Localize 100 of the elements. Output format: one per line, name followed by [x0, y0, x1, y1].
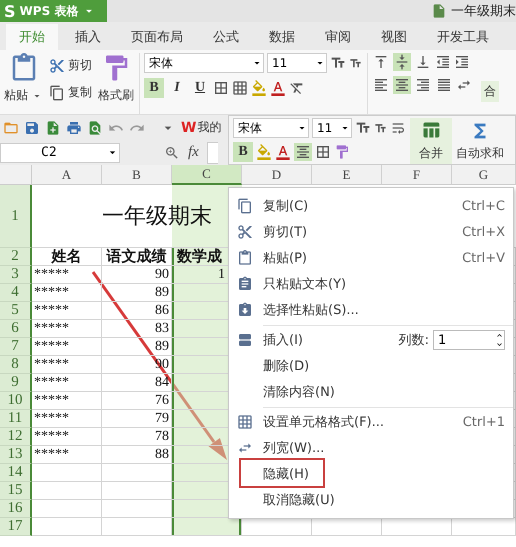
font-size-select[interactable]: 11 [312, 118, 352, 138]
menu-item[interactable]: 剪切(T) Ctrl+X [229, 219, 513, 245]
column-header[interactable]: G [452, 165, 516, 185]
ribbon-tab[interactable]: 数据 [256, 24, 308, 50]
merge-icon [421, 120, 441, 140]
copy-icon[interactable] [49, 84, 65, 100]
font-select[interactable]: 宋体 [144, 53, 264, 73]
table-cell: 姓名 [32, 248, 102, 266]
menu-item[interactable]: 列宽(W)... [229, 435, 513, 461]
align-toggle[interactable] [294, 143, 312, 161]
row-header[interactable]: 16 [0, 500, 32, 518]
paintbrush-icon[interactable] [334, 144, 350, 160]
count-spinner[interactable]: 1 [433, 330, 505, 350]
shrink-font-icon[interactable] [374, 122, 387, 134]
align-toggle[interactable] [414, 76, 432, 94]
fill-color-icon[interactable] [256, 144, 272, 160]
menu-item[interactable]: 隐藏(H) [229, 461, 513, 487]
table-cell: ***** [32, 410, 102, 428]
ribbon-tab[interactable]: 开始 [6, 24, 58, 50]
menu-item[interactable]: 删除(D) [229, 353, 513, 379]
corner-cell[interactable] [0, 165, 32, 185]
scissors-icon[interactable] [49, 58, 65, 74]
font-color-icon[interactable] [270, 80, 286, 96]
row-header[interactable]: 12 [0, 428, 32, 446]
ribbon-tab[interactable]: 审阅 [312, 24, 364, 50]
merge-button[interactable]: 合并 [410, 118, 452, 164]
bold-button[interactable]: B [233, 142, 253, 162]
ribbon-tab[interactable]: 开发工具 [424, 24, 502, 50]
row-header[interactable]: 7 [0, 338, 32, 356]
align-toggle[interactable] [435, 76, 453, 94]
menu-item[interactable]: 选择性粘贴(S)... [229, 297, 513, 323]
table-cell: ***** [32, 266, 102, 284]
row-header[interactable]: 2 [0, 248, 32, 266]
column-header[interactable]: E [312, 165, 382, 185]
align-toggle[interactable] [393, 76, 411, 94]
quick-link[interactable]: 我的 [197, 119, 222, 136]
ribbon-tab[interactable]: 插入 [62, 24, 114, 50]
save-icon[interactable] [24, 120, 40, 136]
row-header[interactable]: 9 [0, 374, 32, 392]
shrink-font-icon[interactable] [349, 56, 362, 70]
row-header[interactable]: 3 [0, 266, 32, 284]
fill-color-icon[interactable] [251, 80, 267, 96]
indent-icon[interactable] [454, 54, 470, 70]
indent-icon[interactable] [435, 54, 451, 70]
autosum-button[interactable]: 自动求和 [456, 118, 504, 164]
formula-field[interactable] [206, 142, 218, 164]
preview-icon[interactable] [87, 120, 103, 136]
ribbon-tab[interactable]: 页面布局 [118, 24, 196, 50]
column-header[interactable]: A [32, 165, 102, 185]
menu-item[interactable]: 插入(I) 列数: 1 [229, 327, 513, 353]
align-toggle[interactable] [393, 53, 411, 71]
table-cell [102, 464, 172, 482]
font-select[interactable]: 宋体 [233, 118, 309, 138]
paste-button[interactable]: 粘贴 [4, 87, 28, 104]
border-icon[interactable] [315, 144, 331, 160]
row-header[interactable]: 13 [0, 446, 32, 464]
row-header[interactable]: 8 [0, 356, 32, 374]
document-title: 一年级期末 [451, 3, 516, 20]
printer-icon[interactable] [66, 120, 82, 136]
align-toggle[interactable] [372, 76, 390, 94]
merge-button[interactable]: 合 [481, 81, 499, 102]
row-header[interactable]: 17 [0, 518, 32, 536]
format-painter-button[interactable]: 格式刷 [98, 87, 134, 104]
name-box[interactable]: C2 [0, 142, 120, 162]
column-header[interactable]: F [382, 165, 452, 185]
ribbon-tab[interactable]: 公式 [200, 24, 252, 50]
zoom-icon[interactable] [164, 144, 180, 160]
menu-item[interactable]: 复制(C) Ctrl+C [229, 193, 513, 219]
table-cell: ***** [32, 302, 102, 320]
style-button[interactable]: I [167, 78, 187, 98]
row-header[interactable]: 6 [0, 320, 32, 338]
document-icon[interactable] [45, 120, 61, 136]
function-label[interactable]: fx [188, 144, 199, 161]
style-button[interactable]: U [190, 78, 210, 98]
table-cell [102, 500, 172, 518]
style-button[interactable]: B [144, 78, 164, 98]
table-cell [32, 482, 102, 500]
border-icon[interactable] [213, 80, 229, 96]
font-color-icon[interactable] [275, 144, 291, 160]
menu-item[interactable]: 取消隐藏(U) [229, 487, 513, 513]
table-cell: ***** [32, 356, 102, 374]
ribbon-tab[interactable]: 视图 [368, 24, 420, 50]
row-header[interactable]: 14 [0, 464, 32, 482]
cut-button[interactable]: 剪切 [68, 57, 92, 74]
row-header[interactable]: 11 [0, 410, 32, 428]
column-header[interactable]: C [172, 165, 242, 185]
row-header[interactable]: 4 [0, 284, 32, 302]
menu-item[interactable]: 设置单元格格式(F)... Ctrl+1 [229, 409, 513, 435]
grid-icon[interactable] [232, 80, 248, 96]
file-icon [431, 3, 447, 19]
column-header[interactable]: D [242, 165, 312, 185]
row-header[interactable]: 10 [0, 392, 32, 410]
copy-button[interactable]: 复制 [68, 84, 92, 101]
column-header[interactable]: B [102, 165, 172, 185]
row-header[interactable]: 1 [0, 185, 32, 248]
menu-item[interactable]: 清除内容(N) [229, 379, 513, 405]
row-header[interactable]: 15 [0, 482, 32, 500]
down-arrow-icon[interactable] [495, 340, 504, 349]
row-header[interactable]: 5 [0, 302, 32, 320]
font-size-select[interactable]: 11 [267, 53, 327, 73]
